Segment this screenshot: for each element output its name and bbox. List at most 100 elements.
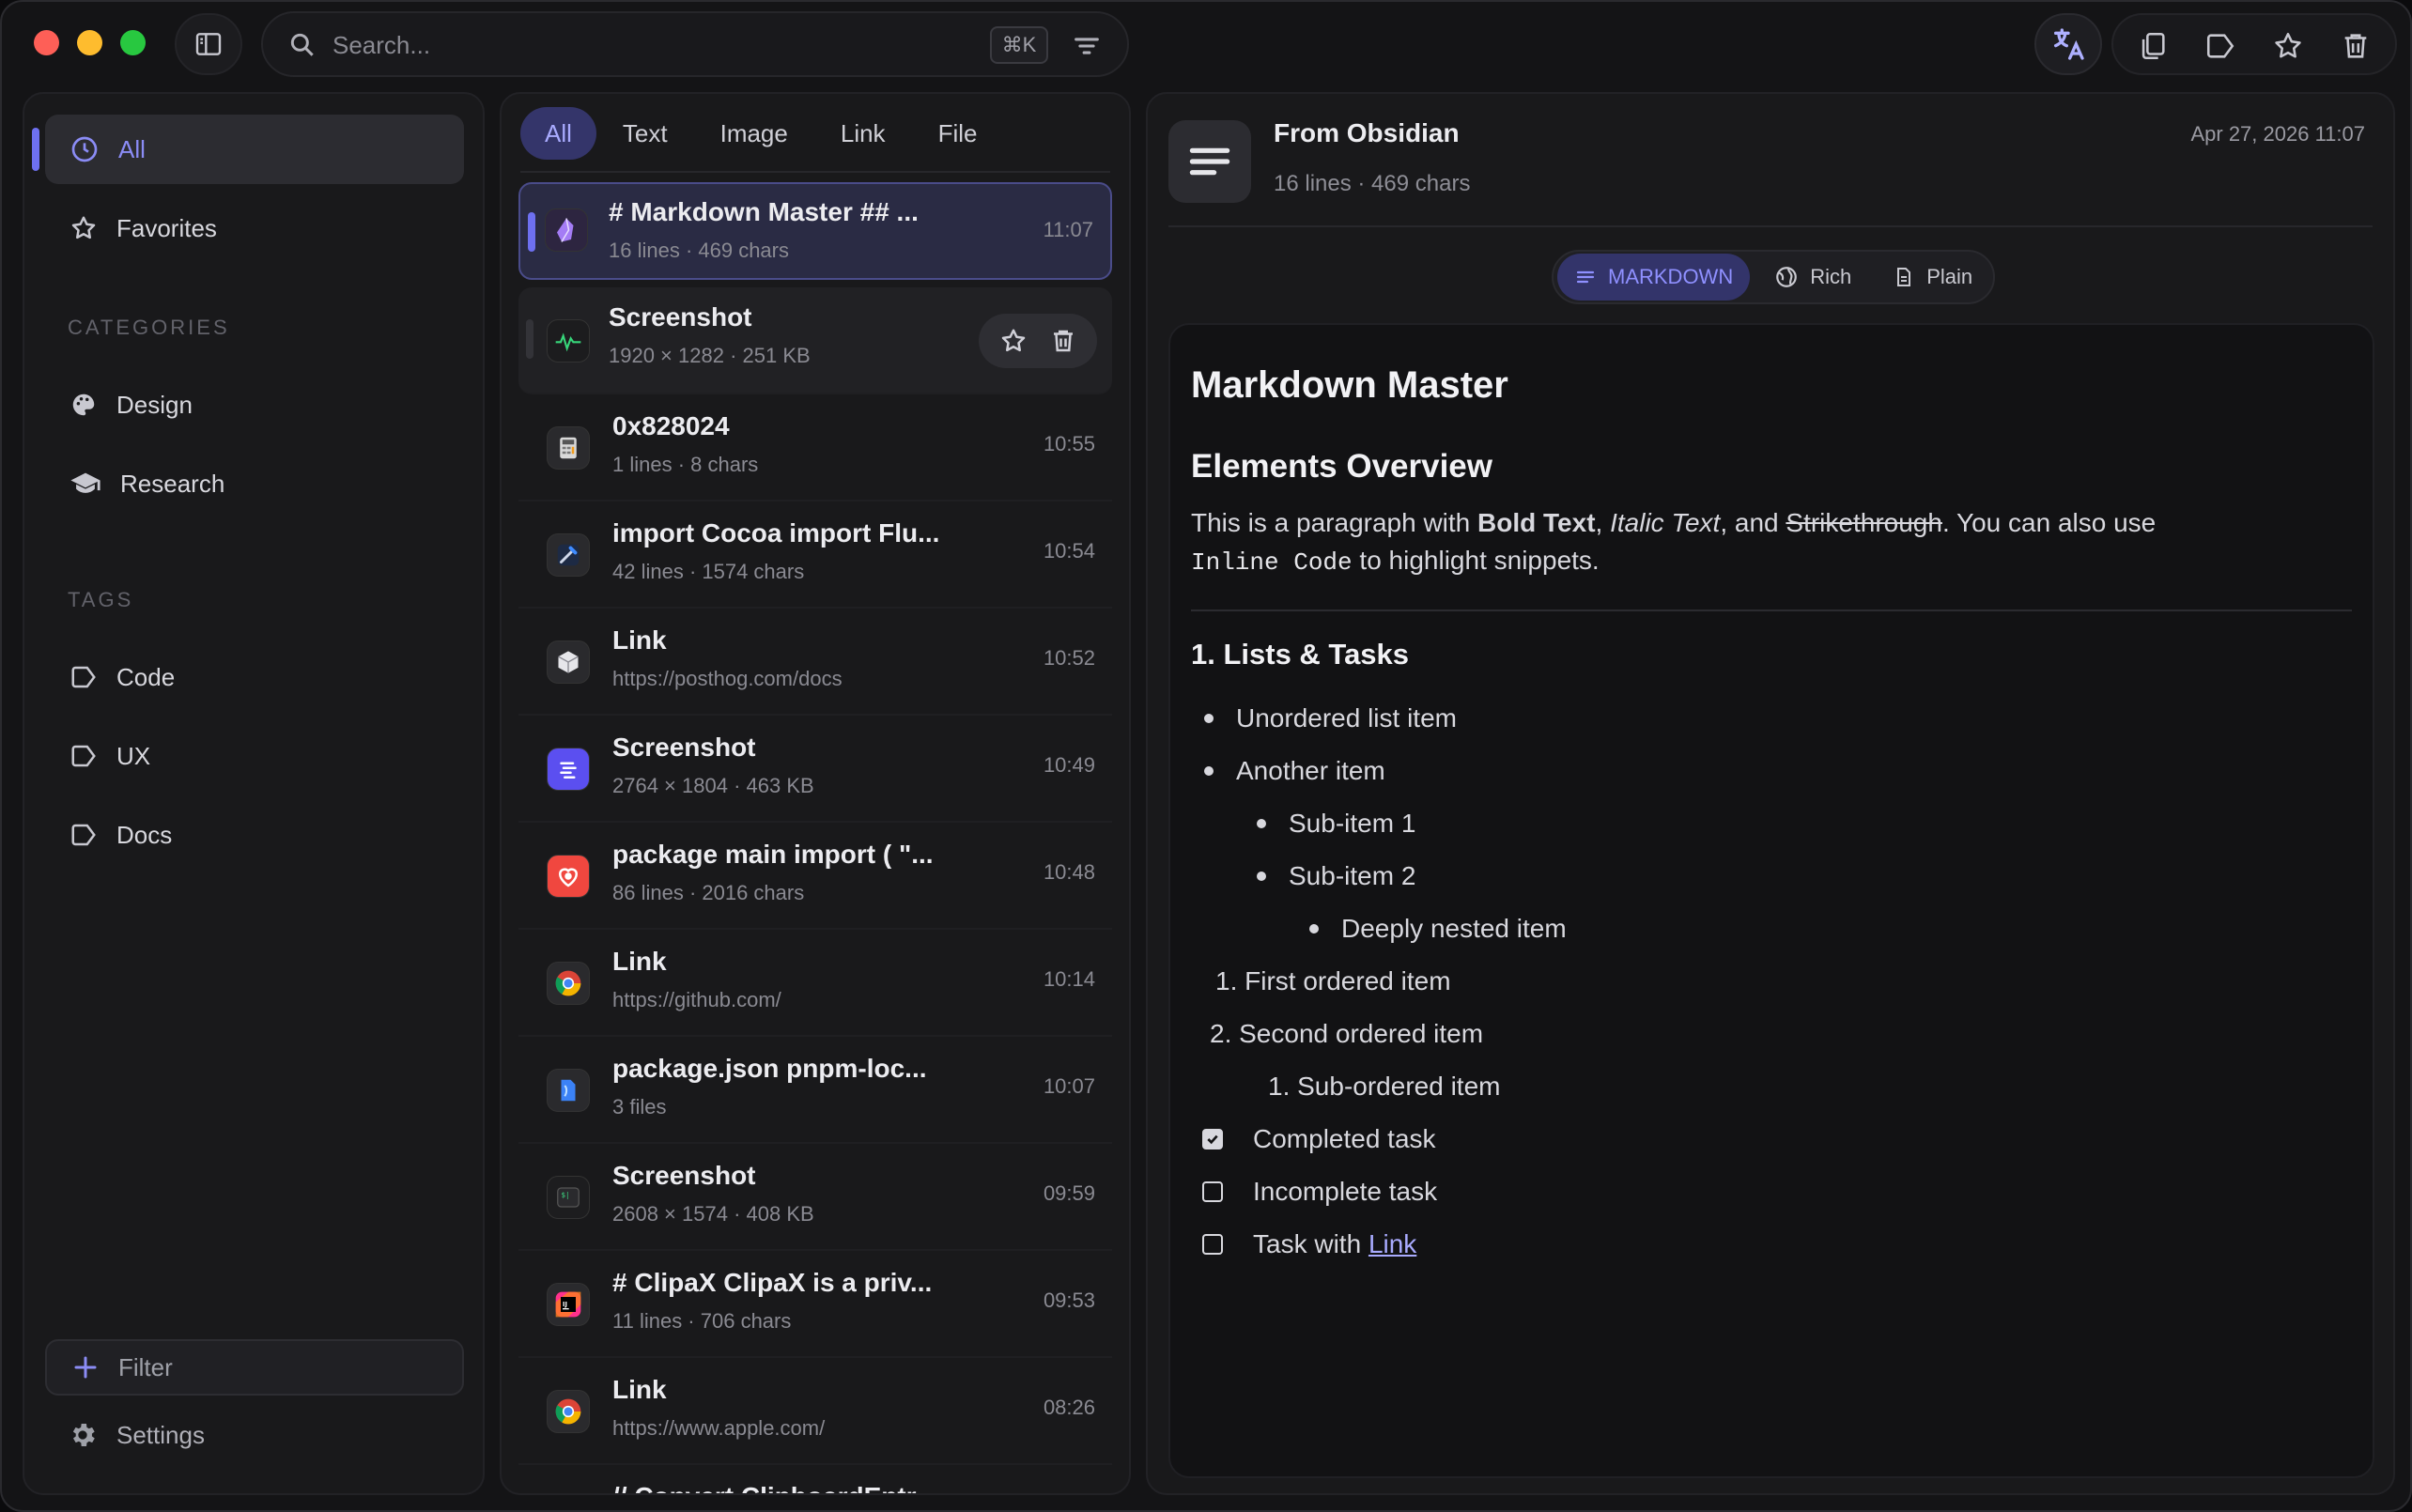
list-item[interactable]: // Convert ClipboardEntr... xyxy=(518,1465,1112,1493)
chrome-icon xyxy=(547,1390,590,1433)
item-time: 10:14 xyxy=(1043,967,1095,991)
sidebar-item-label: Code xyxy=(116,662,176,691)
mode-markdown[interactable]: MARKDOWN xyxy=(1557,254,1751,301)
item-subtitle: 16 lines · 469 chars xyxy=(609,239,789,262)
sidebar-item-ux[interactable]: UX xyxy=(45,721,464,791)
app-red-icon xyxy=(547,855,590,898)
tab-all[interactable]: All xyxy=(520,107,596,160)
view-mode-switch: MARKDOWN Rich Plain xyxy=(1552,250,1996,304)
intellij-icon: IJ xyxy=(547,1283,590,1326)
list-item[interactable]: Screenshot 2764 × 1804 · 463 KB 10:49 xyxy=(518,716,1112,823)
list-item[interactable]: 0x828024 1 lines · 8 chars 10:55 xyxy=(518,394,1112,501)
filter-lines-icon[interactable] xyxy=(1071,30,1103,62)
item-title: Link xyxy=(612,625,667,655)
item-subtitle: 2608 × 1574 · 408 KB xyxy=(612,1202,814,1226)
zoom-window-button[interactable] xyxy=(120,30,146,55)
star-icon[interactable] xyxy=(999,327,1028,355)
divider xyxy=(520,171,1110,173)
list-item[interactable]: Link https://github.com/ 10:14 xyxy=(518,930,1112,1037)
task-item: Completed task xyxy=(1191,1113,2352,1165)
box-icon xyxy=(547,640,590,684)
drag-handle[interactable] xyxy=(526,319,533,359)
list-item[interactable]: package.json pnpm-loc... 3 files 10:07 xyxy=(518,1037,1112,1144)
tag-button[interactable] xyxy=(2187,15,2254,77)
list-item[interactable]: Link https://posthog.com/docs 10:52 xyxy=(518,609,1112,716)
list-item[interactable]: # Markdown Master ## ... 16 lines · 469 … xyxy=(518,182,1112,280)
item-subtitle: 3 files xyxy=(612,1095,667,1119)
favorite-button[interactable] xyxy=(2254,15,2322,77)
item-subtitle: 1 lines · 8 chars xyxy=(612,453,759,476)
translate-button[interactable] xyxy=(2034,13,2102,75)
sidebar-item-design[interactable]: Design xyxy=(45,370,464,440)
copy-button[interactable] xyxy=(2119,15,2187,77)
list-item[interactable]: Screenshot 1920 × 1282 · 251 KB xyxy=(518,287,1112,394)
checkbox-checked[interactable] xyxy=(1202,1129,1223,1149)
list-item: Deeply nested item xyxy=(1191,903,2352,955)
item-title: Link xyxy=(612,1375,667,1404)
list-item[interactable]: import Cocoa import Flu... 42 lines · 15… xyxy=(518,501,1112,609)
sidebar-item-label: Docs xyxy=(116,820,173,849)
svg-text:$|: $| xyxy=(562,1191,570,1199)
item-title: // Convert ClipboardEntr... xyxy=(612,1482,979,1493)
tab-image[interactable]: Image xyxy=(694,107,814,160)
tab-link[interactable]: Link xyxy=(814,107,912,160)
detail-title: From Obsidian xyxy=(1274,118,1460,147)
doc-heading-1: Markdown Master xyxy=(1191,364,1508,406)
sidebar-item-label: Research xyxy=(120,469,225,498)
mode-rich[interactable]: Rich xyxy=(1757,254,1868,301)
selection-indicator xyxy=(528,212,535,252)
sidebar-item-favorites[interactable]: Favorites xyxy=(45,193,464,263)
tags-heading: TAGS xyxy=(68,588,134,611)
translate-icon xyxy=(2054,28,2084,60)
app-window: ⌘K xyxy=(0,0,2412,1512)
settings-button[interactable]: Settings xyxy=(68,1409,205,1461)
titlebar: ⌘K xyxy=(2,2,2410,88)
graduation-cap-icon xyxy=(70,472,100,493)
item-title: Link xyxy=(612,947,667,976)
list-item[interactable]: package main import ( "... 86 lines · 20… xyxy=(518,823,1112,930)
minimize-window-button[interactable] xyxy=(77,30,102,55)
item-subtitle: https://posthog.com/docs xyxy=(612,667,843,690)
item-title: package.json pnpm-loc... xyxy=(612,1054,927,1083)
sidebar-item-code[interactable]: Code xyxy=(45,642,464,712)
list-item: 1. Sub-ordered item xyxy=(1268,1072,1501,1101)
list-item: Sub-item 1 xyxy=(1191,797,2352,850)
trash-icon xyxy=(2344,34,2367,58)
detail-panel: From Obsidian 16 lines · 469 chars Apr 2… xyxy=(1146,92,2395,1495)
item-title: # ClipaX ClipaX is a priv... xyxy=(612,1268,933,1297)
trash-icon[interactable] xyxy=(1049,327,1077,355)
list-item[interactable]: Link https://www.apple.com/ 08:26 xyxy=(518,1358,1112,1465)
sidebar-item-all[interactable]: All xyxy=(32,115,464,184)
doc-heading-2: Elements Overview xyxy=(1191,448,1492,485)
item-subtitle: https://www.apple.com/ xyxy=(612,1416,826,1440)
gear-icon xyxy=(72,1424,95,1446)
tag-icon xyxy=(2206,34,2234,58)
item-subtitle: 1920 × 1282 · 251 KB xyxy=(609,344,811,367)
sidebar-item-docs[interactable]: Docs xyxy=(45,800,464,870)
document-icon xyxy=(1897,268,1911,286)
list-item[interactable]: $| Screenshot 2608 × 1574 · 408 KB 09:59 xyxy=(518,1144,1112,1251)
checkbox[interactable] xyxy=(1202,1234,1223,1255)
sidebar-item-research[interactable]: Research xyxy=(45,449,464,518)
doc-rule xyxy=(1191,609,2352,611)
add-filter-button[interactable]: Filter xyxy=(45,1339,464,1396)
item-time: 10:52 xyxy=(1043,646,1095,670)
activity-monitor-icon xyxy=(547,319,590,363)
delete-button[interactable] xyxy=(2322,15,2389,77)
close-window-button[interactable] xyxy=(34,30,59,55)
text-lines-icon xyxy=(1168,120,1251,203)
list-item: Sub-item 2 xyxy=(1191,850,2352,903)
item-title: import Cocoa import Flu... xyxy=(612,518,940,548)
divider xyxy=(1168,225,2373,227)
sidebar: All Favorites CATEGORIES Design Research… xyxy=(23,92,485,1495)
search-input[interactable] xyxy=(332,26,896,64)
tab-file[interactable]: File xyxy=(912,107,1004,160)
tab-text[interactable]: Text xyxy=(596,107,694,160)
xcode-icon xyxy=(547,533,590,577)
sidebar-toggle-button[interactable] xyxy=(175,13,242,75)
checkbox[interactable] xyxy=(1202,1181,1223,1202)
doc-link[interactable]: Link xyxy=(1368,1229,1416,1259)
list-item[interactable]: IJ # ClipaX ClipaX is a priv... 11 lines… xyxy=(518,1251,1112,1358)
mode-plain[interactable]: Plain xyxy=(1876,254,1989,301)
item-subtitle: 42 lines · 1574 chars xyxy=(612,560,805,583)
